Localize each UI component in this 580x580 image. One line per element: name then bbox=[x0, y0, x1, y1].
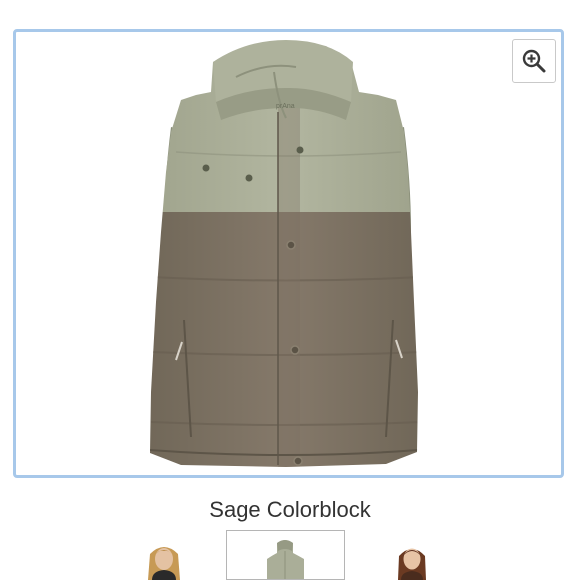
vest-flat-thumbnail[interactable] bbox=[226, 530, 345, 580]
model-front-thumbnail[interactable] bbox=[140, 544, 188, 580]
zoom-in-icon bbox=[522, 49, 546, 73]
selected-color-label: Sage Colorblock bbox=[209, 497, 371, 522]
model-side-thumbnail[interactable] bbox=[388, 544, 436, 580]
model-side-image bbox=[398, 548, 426, 580]
svg-text:prAna: prAna bbox=[276, 103, 295, 110]
vest-flat-image bbox=[267, 540, 304, 579]
thumbnail-strip bbox=[0, 530, 580, 580]
model-front-image bbox=[148, 547, 180, 580]
product-image-vest[interactable]: prAna bbox=[16, 32, 561, 475]
zoom-button[interactable] bbox=[512, 39, 556, 83]
product-image-gallery[interactable]: prAna bbox=[13, 29, 564, 478]
